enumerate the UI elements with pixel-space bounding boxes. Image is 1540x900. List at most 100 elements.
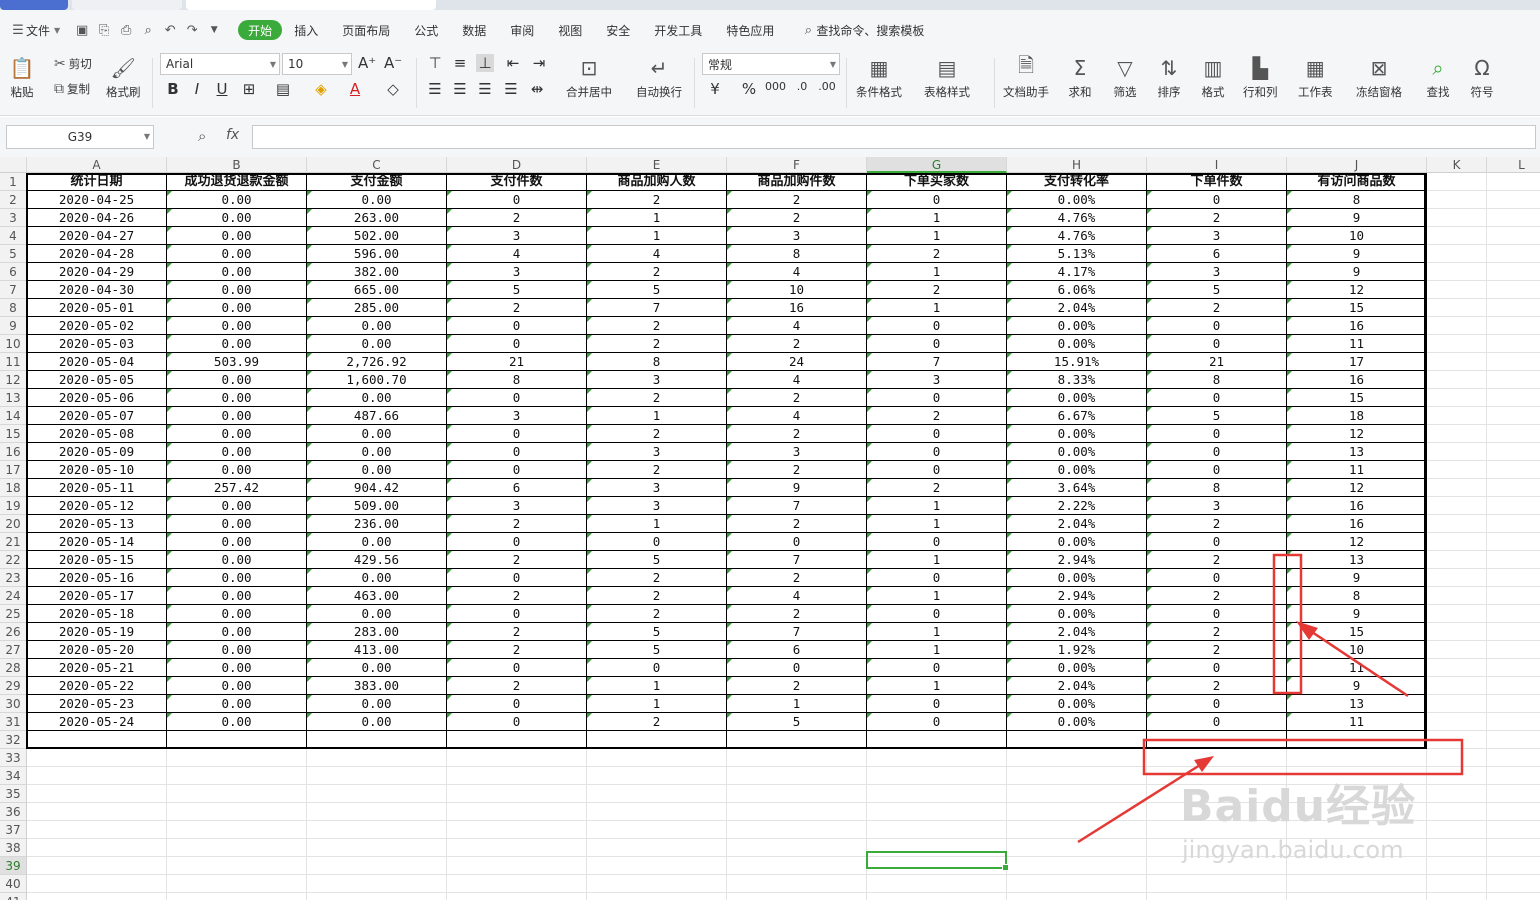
cell-i28[interactable]: 0 <box>1147 659 1287 677</box>
tab-page-layout[interactable]: 页面布局 <box>330 22 402 39</box>
cell-g2[interactable]: 0 <box>867 191 1007 209</box>
cell-h22[interactable]: 2.94% <box>1007 551 1147 569</box>
cell-k2[interactable] <box>1427 191 1487 209</box>
cell-k35[interactable] <box>1427 785 1487 803</box>
cell-k31[interactable] <box>1427 713 1487 731</box>
cell-k37[interactable] <box>1427 821 1487 839</box>
cell-d13[interactable]: 0 <box>447 389 587 407</box>
tab-home[interactable] <box>0 0 68 10</box>
row-header-6[interactable]: 6 <box>0 263 27 281</box>
cell-k41[interactable] <box>1427 893 1487 900</box>
cell-g26[interactable]: 1 <box>867 623 1007 641</box>
column-header-l[interactable]: L <box>1487 157 1540 173</box>
cell-k17[interactable] <box>1427 461 1487 479</box>
cell-j17[interactable]: 11 <box>1287 461 1427 479</box>
cell-k9[interactable] <box>1427 317 1487 335</box>
cell-d18[interactable]: 6 <box>447 479 587 497</box>
row-column-button[interactable]: ▙ 行和列 <box>1243 54 1278 100</box>
cell-k10[interactable] <box>1427 335 1487 353</box>
row-header-24[interactable]: 24 <box>0 587 27 605</box>
cell-i21[interactable]: 0 <box>1147 533 1287 551</box>
italic-icon[interactable]: I <box>188 80 206 98</box>
cell-k6[interactable] <box>1427 263 1487 281</box>
column-header-j[interactable]: J <box>1287 157 1427 173</box>
percent-icon[interactable]: % <box>740 80 758 98</box>
cell-j29[interactable]: 9 <box>1287 677 1427 695</box>
cell-k7[interactable] <box>1427 281 1487 299</box>
cell-g37[interactable] <box>867 821 1007 839</box>
cell-a3[interactable]: 2020-04-26 <box>27 209 167 227</box>
cell-h24[interactable]: 2.94% <box>1007 587 1147 605</box>
cell-l7[interactable] <box>1487 281 1540 299</box>
cell-f5[interactable]: 8 <box>727 245 867 263</box>
decrease-font-icon[interactable]: A⁻ <box>384 54 402 72</box>
cell-h5[interactable]: 5.13% <box>1007 245 1147 263</box>
cell-e24[interactable]: 2 <box>587 587 727 605</box>
cell-l10[interactable] <box>1487 335 1540 353</box>
export-pdf-icon[interactable]: ⎘ <box>96 22 112 38</box>
cell-d2[interactable]: 0 <box>447 191 587 209</box>
cell-j1[interactable]: 有访问商品数 <box>1287 173 1427 191</box>
cell-e17[interactable]: 2 <box>587 461 727 479</box>
cell-a40[interactable] <box>27 875 167 893</box>
cell-c4[interactable]: 502.00 <box>307 227 447 245</box>
cell-g33[interactable] <box>867 749 1007 767</box>
cell-d5[interactable]: 4 <box>447 245 587 263</box>
cell-f6[interactable]: 4 <box>727 263 867 281</box>
cell-a20[interactable]: 2020-05-13 <box>27 515 167 533</box>
cell-i22[interactable]: 2 <box>1147 551 1287 569</box>
cell-a21[interactable]: 2020-05-14 <box>27 533 167 551</box>
cell-l4[interactable] <box>1487 227 1540 245</box>
cell-i8[interactable]: 2 <box>1147 299 1287 317</box>
cell-j7[interactable]: 12 <box>1287 281 1427 299</box>
cell-h25[interactable]: 0.00% <box>1007 605 1147 623</box>
cell-b9[interactable]: 0.00 <box>167 317 307 335</box>
cell-h26[interactable]: 2.04% <box>1007 623 1147 641</box>
column-header-i[interactable]: I <box>1147 157 1287 173</box>
row-header-2[interactable]: 2 <box>0 191 27 209</box>
cell-g3[interactable]: 1 <box>867 209 1007 227</box>
cell-e22[interactable]: 5 <box>587 551 727 569</box>
cell-e28[interactable]: 0 <box>587 659 727 677</box>
cell-j28[interactable]: 11 <box>1287 659 1427 677</box>
tab-insert[interactable]: 插入 <box>282 22 330 39</box>
cell-e34[interactable] <box>587 767 727 785</box>
cell-d39[interactable] <box>447 857 587 875</box>
row-header-33[interactable]: 33 <box>0 749 27 767</box>
row-header-3[interactable]: 3 <box>0 209 27 227</box>
customize-dropdown-icon[interactable]: ▼ <box>206 22 222 38</box>
cell-c31[interactable]: 0.00 <box>307 713 447 731</box>
cell-l24[interactable] <box>1487 587 1540 605</box>
cell-g24[interactable]: 1 <box>867 587 1007 605</box>
cell-f36[interactable] <box>727 803 867 821</box>
cell-f31[interactable]: 5 <box>727 713 867 731</box>
cell-b28[interactable]: 0.00 <box>167 659 307 677</box>
row-header-10[interactable]: 10 <box>0 335 27 353</box>
cell-f15[interactable]: 2 <box>727 425 867 443</box>
cell-h20[interactable]: 2.04% <box>1007 515 1147 533</box>
align-left-icon[interactable]: ☰ <box>426 80 444 98</box>
function-icon[interactable]: fx <box>226 127 239 143</box>
column-header-c[interactable]: C <box>307 157 447 173</box>
cell-b7[interactable]: 0.00 <box>167 281 307 299</box>
cell-e8[interactable]: 7 <box>587 299 727 317</box>
cell-i9[interactable]: 0 <box>1147 317 1287 335</box>
column-header-k[interactable]: K <box>1427 157 1487 173</box>
cell-h2[interactable]: 0.00% <box>1007 191 1147 209</box>
cell-l21[interactable] <box>1487 533 1540 551</box>
cell-a9[interactable]: 2020-05-02 <box>27 317 167 335</box>
cell-g31[interactable]: 0 <box>867 713 1007 731</box>
cell-h16[interactable]: 0.00% <box>1007 443 1147 461</box>
cell-h37[interactable] <box>1007 821 1147 839</box>
doc-helper-button[interactable]: 🗎 文档助手 <box>1003 53 1049 100</box>
tab-security[interactable]: 安全 <box>594 22 642 39</box>
row-header-12[interactable]: 12 <box>0 371 27 389</box>
cell-h18[interactable]: 3.64% <box>1007 479 1147 497</box>
cell-c21[interactable]: 0.00 <box>307 533 447 551</box>
symbol-button[interactable]: Ω 符号 <box>1468 54 1496 100</box>
cell-d27[interactable]: 2 <box>447 641 587 659</box>
cell-b17[interactable]: 0.00 <box>167 461 307 479</box>
cell-a1[interactable]: 统计日期 <box>27 173 167 191</box>
cell-g20[interactable]: 1 <box>867 515 1007 533</box>
cell-a36[interactable] <box>27 803 167 821</box>
